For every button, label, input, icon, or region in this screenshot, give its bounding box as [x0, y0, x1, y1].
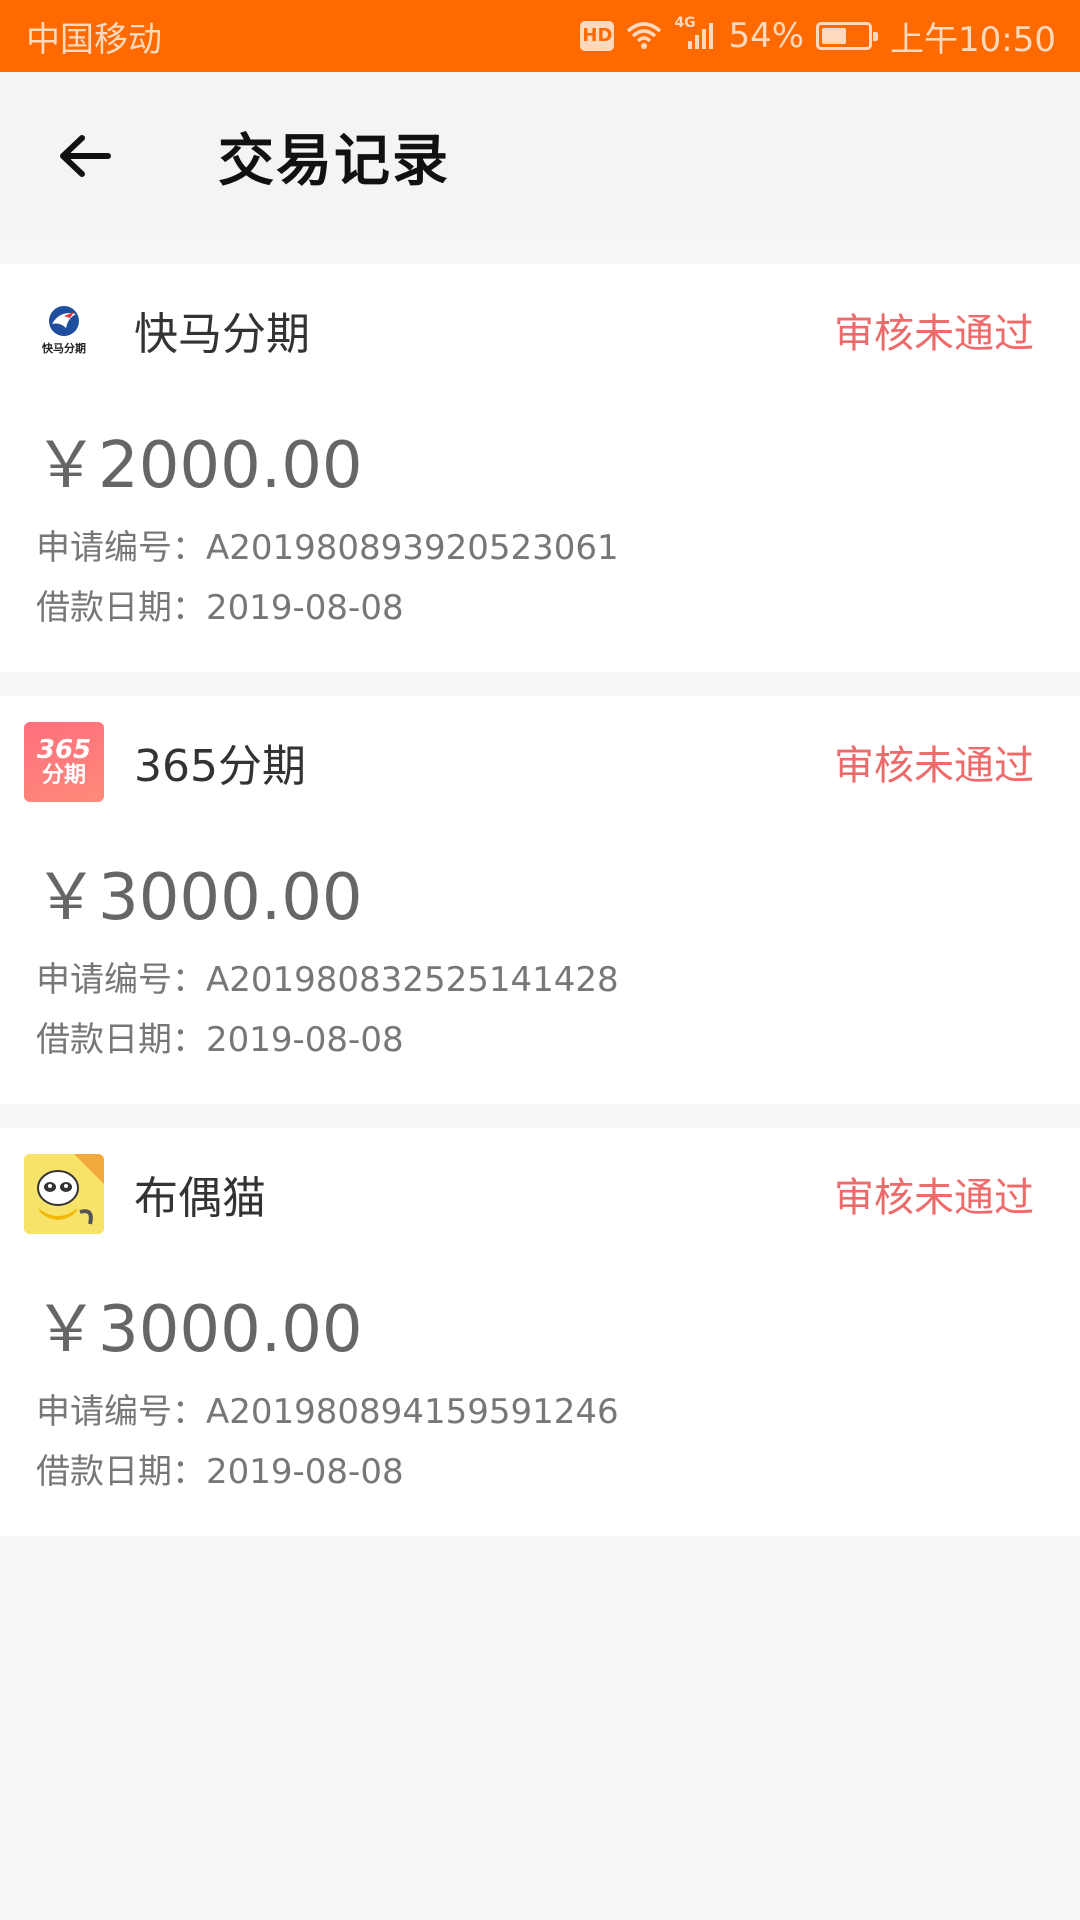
buou-cat-logo — [24, 1154, 104, 1234]
hd-icon: HD — [580, 21, 615, 51]
application-number: 申请编号：A201980894159591246 — [36, 1384, 619, 1433]
status-badge: 审核未通过 — [834, 743, 1034, 789]
status-icons: HD 4G 54% 上午10:50 — [580, 12, 1056, 61]
app-header: 交易记录 — [0, 72, 1080, 240]
kuaima-logo: 快马分期 — [24, 290, 104, 370]
status-badge: 审核未通过 — [834, 1175, 1034, 1221]
clock: 上午10:50 — [890, 19, 1056, 60]
application-number-label: 申请编号： — [36, 528, 206, 568]
merchant-name: 布偶猫 — [134, 1173, 266, 1224]
battery-percent: 54% — [728, 16, 805, 56]
signal-icon: 4G — [674, 15, 716, 51]
application-number-value: A201980894159591246 — [206, 1392, 619, 1432]
arrow-left-icon — [60, 135, 111, 177]
battery-icon — [816, 22, 879, 50]
merchant-name: 快马分期 — [134, 309, 310, 360]
application-number: 申请编号：A201980893920523061 — [36, 520, 619, 569]
loan-amount: ￥3000.00 — [34, 1293, 363, 1367]
loan-date: 借款日期：2019-08-08 — [36, 1012, 404, 1061]
card-header: 365 分期 365分期 审核未通过 — [0, 696, 1080, 828]
loan-amount: ￥2000.00 — [34, 429, 363, 503]
loan-amount: ￥3000.00 — [34, 861, 363, 935]
application-number-value: A201980832525141428 — [206, 960, 619, 1000]
application-number: 申请编号：A201980832525141428 — [36, 952, 619, 1001]
logo-text: 快马分期 — [42, 342, 86, 355]
status-bar: 中国移动 HD 4G 54% 上午10:50 — [0, 0, 1080, 72]
page-title: 交易记录 — [218, 128, 450, 194]
loan-date-label: 借款日期： — [36, 588, 206, 628]
transaction-card[interactable]: 365 分期 365分期 审核未通过 ￥3000.00 申请编号：A201980… — [0, 696, 1080, 1104]
transaction-card[interactable]: 布偶猫 审核未通过 ￥3000.00 申请编号：A201980894159591… — [0, 1128, 1080, 1536]
cat-logo-icon — [24, 1154, 104, 1234]
carrier-name: 中国移动 — [26, 19, 162, 60]
loan-date-label: 借款日期： — [36, 1020, 206, 1060]
loan-date-value: 2019-08-08 — [206, 1020, 404, 1060]
365-logo: 365 分期 — [24, 722, 104, 802]
transaction-list: 快马分期 快马分期 审核未通过 ￥2000.00 申请编号：A201980893… — [0, 264, 1080, 1560]
merchant-name: 365分期 — [134, 741, 306, 792]
network-type: 4G — [674, 15, 696, 31]
logo-text: 365 — [36, 735, 92, 765]
card-header: 快马分期 快马分期 审核未通过 — [0, 264, 1080, 396]
loan-date-value: 2019-08-08 — [206, 588, 404, 628]
application-number-label: 申请编号： — [36, 1392, 206, 1432]
card-header: 布偶猫 审核未通过 — [0, 1128, 1080, 1260]
back-button[interactable] — [24, 96, 144, 216]
loan-date: 借款日期：2019-08-08 — [36, 580, 404, 629]
loan-date: 借款日期：2019-08-08 — [36, 1444, 404, 1493]
loan-date-value: 2019-08-08 — [206, 1452, 404, 1492]
battery-fill — [822, 28, 847, 44]
application-number-value: A201980893920523061 — [206, 528, 619, 568]
loan-date-label: 借款日期： — [36, 1452, 206, 1492]
application-number-label: 申请编号： — [36, 960, 206, 1000]
transaction-card[interactable]: 快马分期 快马分期 审核未通过 ￥2000.00 申请编号：A201980893… — [0, 264, 1080, 672]
wifi-icon — [626, 21, 662, 51]
horse-logo-icon — [49, 306, 79, 336]
logo-text: 分期 — [41, 763, 86, 788]
status-badge: 审核未通过 — [834, 311, 1034, 357]
